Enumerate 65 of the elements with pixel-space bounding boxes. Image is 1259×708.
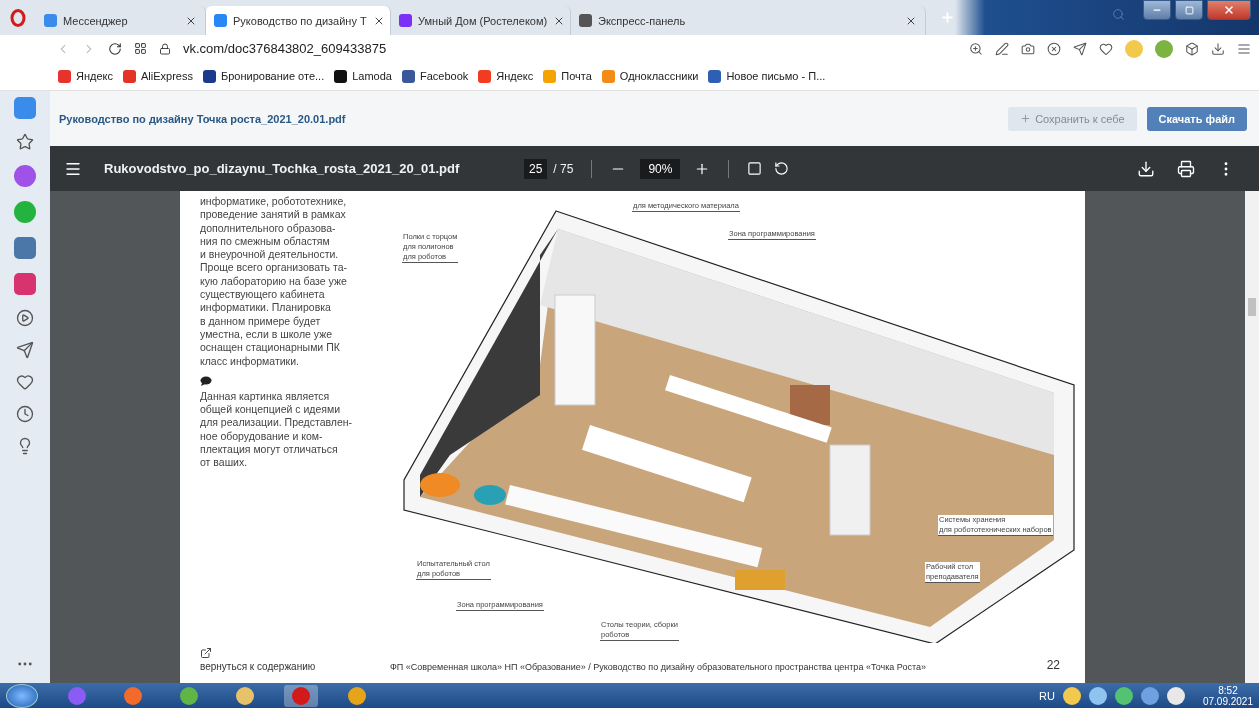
external-link-icon[interactable] <box>200 647 212 659</box>
bookmark-link[interactable]: Яндекс <box>58 69 113 83</box>
tray-icon[interactable] <box>1140 686 1159 705</box>
browser-tab[interactable]: Руководство по дизайну Т <box>206 6 391 35</box>
download-icon[interactable] <box>1137 159 1155 178</box>
language-indicator[interactable]: RU <box>1039 689 1055 702</box>
send-icon[interactable] <box>1073 41 1087 56</box>
edit-icon[interactable] <box>995 41 1009 56</box>
tray-icon[interactable] <box>1088 686 1107 705</box>
opera-logo-icon[interactable] <box>10 8 26 27</box>
bookmark-link[interactable]: Lamoda <box>334 69 392 83</box>
close-icon <box>1223 4 1235 16</box>
send-icon[interactable] <box>16 341 34 359</box>
page-number: 22 <box>1046 658 1060 672</box>
download-button[interactable]: Скачать файл <box>1146 106 1247 131</box>
minimize-button[interactable] <box>1143 0 1171 20</box>
reload-icon[interactable] <box>108 41 122 56</box>
pdf-filename: Rukovodstvo_po_dizaynu_Tochka_rosta_2021_20_01.pdf <box>104 161 461 176</box>
bookmark-link[interactable]: Одноклассники <box>601 69 699 83</box>
bookmark-link[interactable]: Facebook <box>401 69 469 83</box>
scrollbar-thumb[interactable] <box>1248 298 1256 316</box>
grid-icon[interactable] <box>134 42 147 55</box>
bookmark-link[interactable]: Новое письмо - П... <box>708 69 826 83</box>
back-to-contents-link[interactable]: вернуться к содержанию <box>200 661 390 672</box>
play-icon[interactable] <box>16 309 34 327</box>
bookmark-link[interactable]: Почта <box>543 69 592 83</box>
fit-page-icon[interactable] <box>747 161 763 176</box>
bookmark-link[interactable]: Яндекс <box>478 69 534 83</box>
maximize-button[interactable] <box>1175 0 1203 20</box>
body-paragraph: информатике, робототехнике, проведение занятий в рамках дополнительного образова- ния по смежным областям и внеурочной деятельности. Проще всего организовать та- кую лабораторию на базе уже существующего кабинета информатики. Планировка в данном примере будет уместна, если в школе уже оснащен стационарными ПК класс информатики. <box>200 195 349 368</box>
tab-title: Экспресс-панель <box>598 14 687 27</box>
zoom-field[interactable]: 90% <box>640 158 681 179</box>
document-title: Руководство по дизайну Точка роста_2021_20.01.pdf <box>59 112 347 125</box>
clock-time[interactable]: 8:52 <box>1218 684 1238 696</box>
cube-icon[interactable] <box>1185 41 1199 56</box>
rotate-icon[interactable] <box>774 161 790 176</box>
plus-icon <box>1020 113 1032 124</box>
tab-title: Умный Дом (Ростелеком) <box>418 14 548 27</box>
heart-icon[interactable] <box>16 373 34 391</box>
clock-date[interactable]: 07.09.2021 <box>1202 695 1253 707</box>
zoom-icon[interactable] <box>969 41 983 56</box>
tray-icon[interactable] <box>1062 686 1081 705</box>
page-footer-caption: ФП «Современная школа» НП «Образование» / Руководство по дизайну образовательного пространства центра «Точка Роста» <box>390 662 926 672</box>
camera-icon[interactable] <box>1021 41 1035 56</box>
download-icon[interactable] <box>1211 41 1225 56</box>
page-total: / 75 <box>553 161 574 176</box>
bookmark-link[interactable]: Бронирование оте... <box>202 69 325 83</box>
speech-bubble-icon <box>200 375 212 386</box>
lock-icon <box>159 42 171 55</box>
page-number-field[interactable]: 25 <box>524 158 548 179</box>
star-icon[interactable] <box>16 133 34 151</box>
tray-icon[interactable] <box>1114 686 1133 705</box>
close-button[interactable] <box>1207 0 1251 20</box>
tab-title: Руководство по дизайну Т <box>233 14 367 27</box>
block-icon[interactable] <box>1047 41 1061 56</box>
note-paragraph: Данная картинка является общей концепцией с идеями для реализации. Представлен- ное оборудование и ком- плектация могут отличаться от ваших. <box>200 389 354 470</box>
start-button[interactable] <box>6 683 38 708</box>
tray-icon[interactable] <box>1166 686 1185 705</box>
tab-title: Мессенджер <box>63 14 129 27</box>
bookmark-link[interactable]: AliExpress <box>123 69 193 83</box>
maximize-icon <box>1184 5 1194 15</box>
scrollbar[interactable] <box>1245 191 1259 683</box>
history-icon[interactable] <box>16 405 34 423</box>
print-icon[interactable] <box>1177 159 1195 178</box>
heart-icon[interactable] <box>1099 41 1113 56</box>
